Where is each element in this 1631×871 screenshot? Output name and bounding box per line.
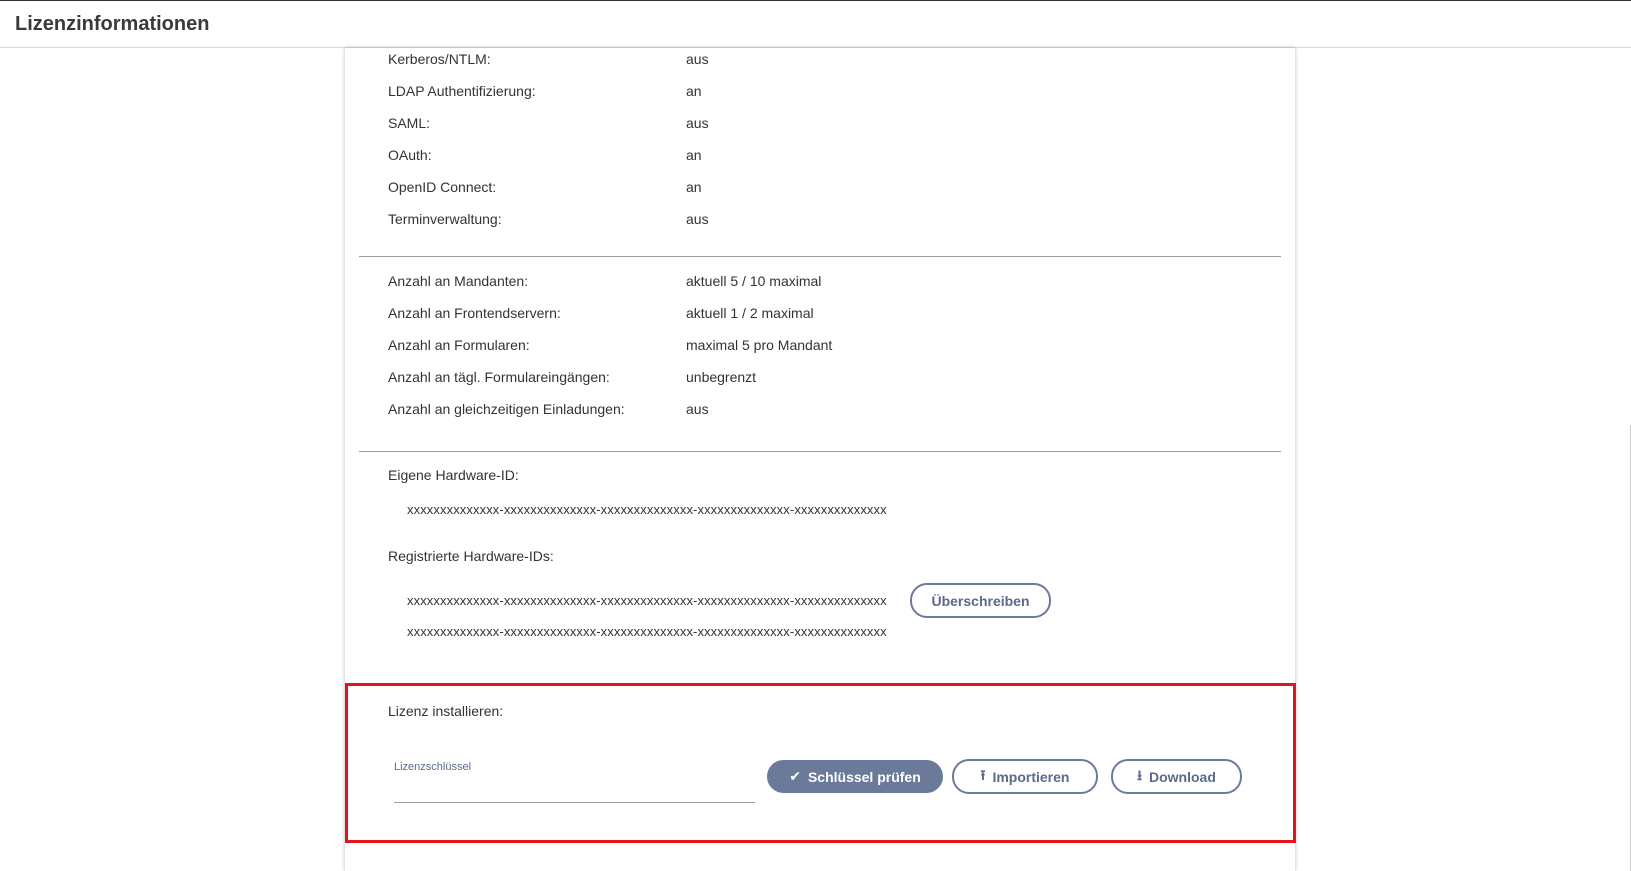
limit-label: Anzahl an Formularen: <box>388 337 530 353</box>
input-underline <box>394 802 755 803</box>
license-card: Kerberos/NTLM: aus LDAP Authentifizierun… <box>345 48 1295 871</box>
feature-value: an <box>686 179 702 195</box>
download-icon: ⭳ <box>1137 766 1142 783</box>
feature-row-ldap: LDAP Authentifizierung: an <box>388 83 702 99</box>
license-key-input[interactable] <box>394 779 759 803</box>
feature-value: an <box>686 147 702 163</box>
limit-row-formulareingaenge: Anzahl an tägl. Formulareingängen: unbeg… <box>388 369 756 385</box>
feature-label: OAuth: <box>388 147 432 163</box>
own-hardware-id: xxxxxxxxxxxxxx-xxxxxxxxxxxxxx-xxxxxxxxxx… <box>407 502 887 517</box>
registered-hardware-id: xxxxxxxxxxxxxx-xxxxxxxxxxxxxx-xxxxxxxxxx… <box>407 593 887 608</box>
feature-value: aus <box>686 115 709 131</box>
limit-row-einladungen: Anzahl an gleichzeitigen Einladungen: au… <box>388 401 709 417</box>
limit-value: maximal 5 pro Mandant <box>686 337 833 353</box>
check-icon: ✔ <box>789 768 801 784</box>
overwrite-button-label: Überschreiben <box>931 592 1030 609</box>
check-key-button[interactable]: ✔ Schlüssel prüfen <box>767 760 943 793</box>
license-key-label: Lizenzschlüssel <box>394 761 472 773</box>
page-header: Lizenzinformationen <box>0 1 1631 48</box>
registered-hardware-id: xxxxxxxxxxxxxx-xxxxxxxxxxxxxx-xxxxxxxxxx… <box>407 624 887 639</box>
license-key-field[interactable]: Lizenzschlüssel <box>394 761 759 803</box>
feature-value: an <box>686 83 702 99</box>
import-button[interactable]: ⭱ Importieren <box>952 759 1098 794</box>
feature-label: LDAP Authentifizierung: <box>388 83 536 99</box>
import-button-label: Importieren <box>992 768 1070 785</box>
limit-value: unbegrenzt <box>686 369 757 385</box>
check-key-button-label: Schlüssel prüfen <box>807 768 921 785</box>
feature-row-oauth: OAuth: an <box>388 147 702 163</box>
limit-value: aktuell 1 / 2 maximal <box>686 305 814 321</box>
install-license-label: Lizenz installieren: <box>388 703 504 719</box>
feature-label: SAML: <box>388 115 431 131</box>
page-title: Lizenzinformationen <box>15 13 210 35</box>
limit-label: Anzahl an Mandanten: <box>388 273 529 289</box>
own-hardware-id-label: Eigene Hardware-ID: <box>388 467 519 483</box>
limit-label: Anzahl an Frontendservern: <box>388 305 561 321</box>
feature-row-terminverwaltung: Terminverwaltung: aus <box>388 211 709 227</box>
download-button[interactable]: ⭳ Download <box>1111 759 1242 794</box>
section-divider <box>359 256 1281 257</box>
feature-row-kerberos: Kerberos/NTLM: aus <box>388 51 709 67</box>
feature-label: Terminverwaltung: <box>388 211 502 227</box>
limit-row-mandanten: Anzahl an Mandanten: aktuell 5 / 10 maxi… <box>388 273 821 289</box>
section-divider <box>359 451 1281 452</box>
limit-label: Anzahl an gleichzeitigen Einladungen: <box>388 401 625 417</box>
feature-row-openid: OpenID Connect: an <box>388 179 702 195</box>
limit-label: Anzahl an tägl. Formulareingängen: <box>388 369 610 385</box>
limit-row-frontendserver: Anzahl an Frontendservern: aktuell 1 / 2… <box>388 305 814 321</box>
limit-row-formulare: Anzahl an Formularen: maximal 5 pro Mand… <box>388 337 832 353</box>
feature-value: aus <box>686 51 709 67</box>
feature-row-saml: SAML: aus <box>388 115 709 131</box>
limit-value: aktuell 5 / 10 maximal <box>686 273 822 289</box>
feature-value: aus <box>686 211 709 227</box>
feature-label: OpenID Connect: <box>388 179 497 195</box>
feature-label: Kerberos/NTLM: <box>388 51 491 67</box>
limit-value: aus <box>686 401 709 417</box>
download-button-label: Download <box>1149 768 1216 785</box>
upload-icon: ⭱ <box>980 766 986 783</box>
registered-hardware-ids-label: Registrierte Hardware-IDs: <box>388 548 554 564</box>
overwrite-button[interactable]: Überschreiben <box>910 583 1051 618</box>
